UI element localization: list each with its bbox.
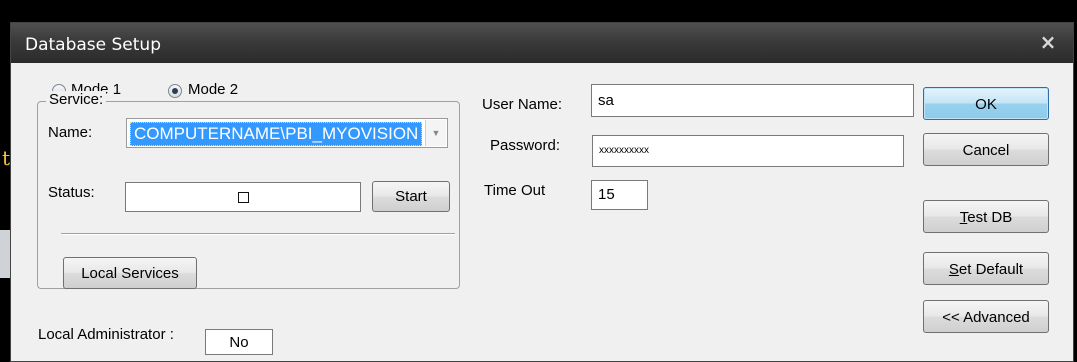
test-db-button[interactable]: Test DB [923, 200, 1049, 233]
advanced-button[interactable]: << Advanced [923, 300, 1049, 333]
local-admin-value: No [205, 329, 273, 355]
service-name-value: COMPUTERNAME\PBI_MYOVISION [130, 122, 423, 146]
status-field [125, 182, 361, 212]
password-field[interactable]: xxxxxxxxxx [592, 135, 904, 167]
user-name-field[interactable]: sa [591, 84, 914, 117]
close-icon[interactable]: × [1035, 29, 1061, 55]
timeout-field[interactable]: 15 [591, 180, 648, 210]
set-default-label: et Default [958, 261, 1024, 278]
set-default-mnemonic: S [948, 261, 959, 278]
mode-2-label[interactable]: Mode 2 [188, 81, 238, 98]
local-admin-label: Local Administrator : [38, 326, 174, 343]
password-label: Password: [490, 137, 561, 154]
window-title: Database Setup [25, 35, 161, 55]
background-partial-text: t [2, 146, 11, 170]
test-db-label: est DB [967, 209, 1013, 226]
title-bar[interactable]: Database Setup × [11, 23, 1073, 63]
ok-button[interactable]: OK [923, 87, 1049, 120]
status-indicator-icon [237, 191, 249, 203]
cancel-button[interactable]: Cancel [923, 133, 1049, 166]
service-name-label: Name: [48, 124, 93, 141]
chevron-down-icon[interactable]: ▼ [425, 120, 446, 146]
local-services-button[interactable]: Local Services [63, 257, 197, 289]
service-name-combobox[interactable]: COMPUTERNAME\PBI_MYOVISION ▼ [126, 118, 448, 148]
user-name-label: User Name: [482, 96, 563, 113]
set-default-button[interactable]: Set Default [923, 252, 1049, 285]
service-group-label: Service: [46, 91, 107, 108]
start-button[interactable]: Start [372, 181, 450, 212]
timeout-label: Time Out [484, 182, 546, 199]
service-separator [61, 233, 455, 235]
mode-2-radio[interactable] [168, 84, 182, 98]
status-label: Status: [48, 184, 95, 201]
